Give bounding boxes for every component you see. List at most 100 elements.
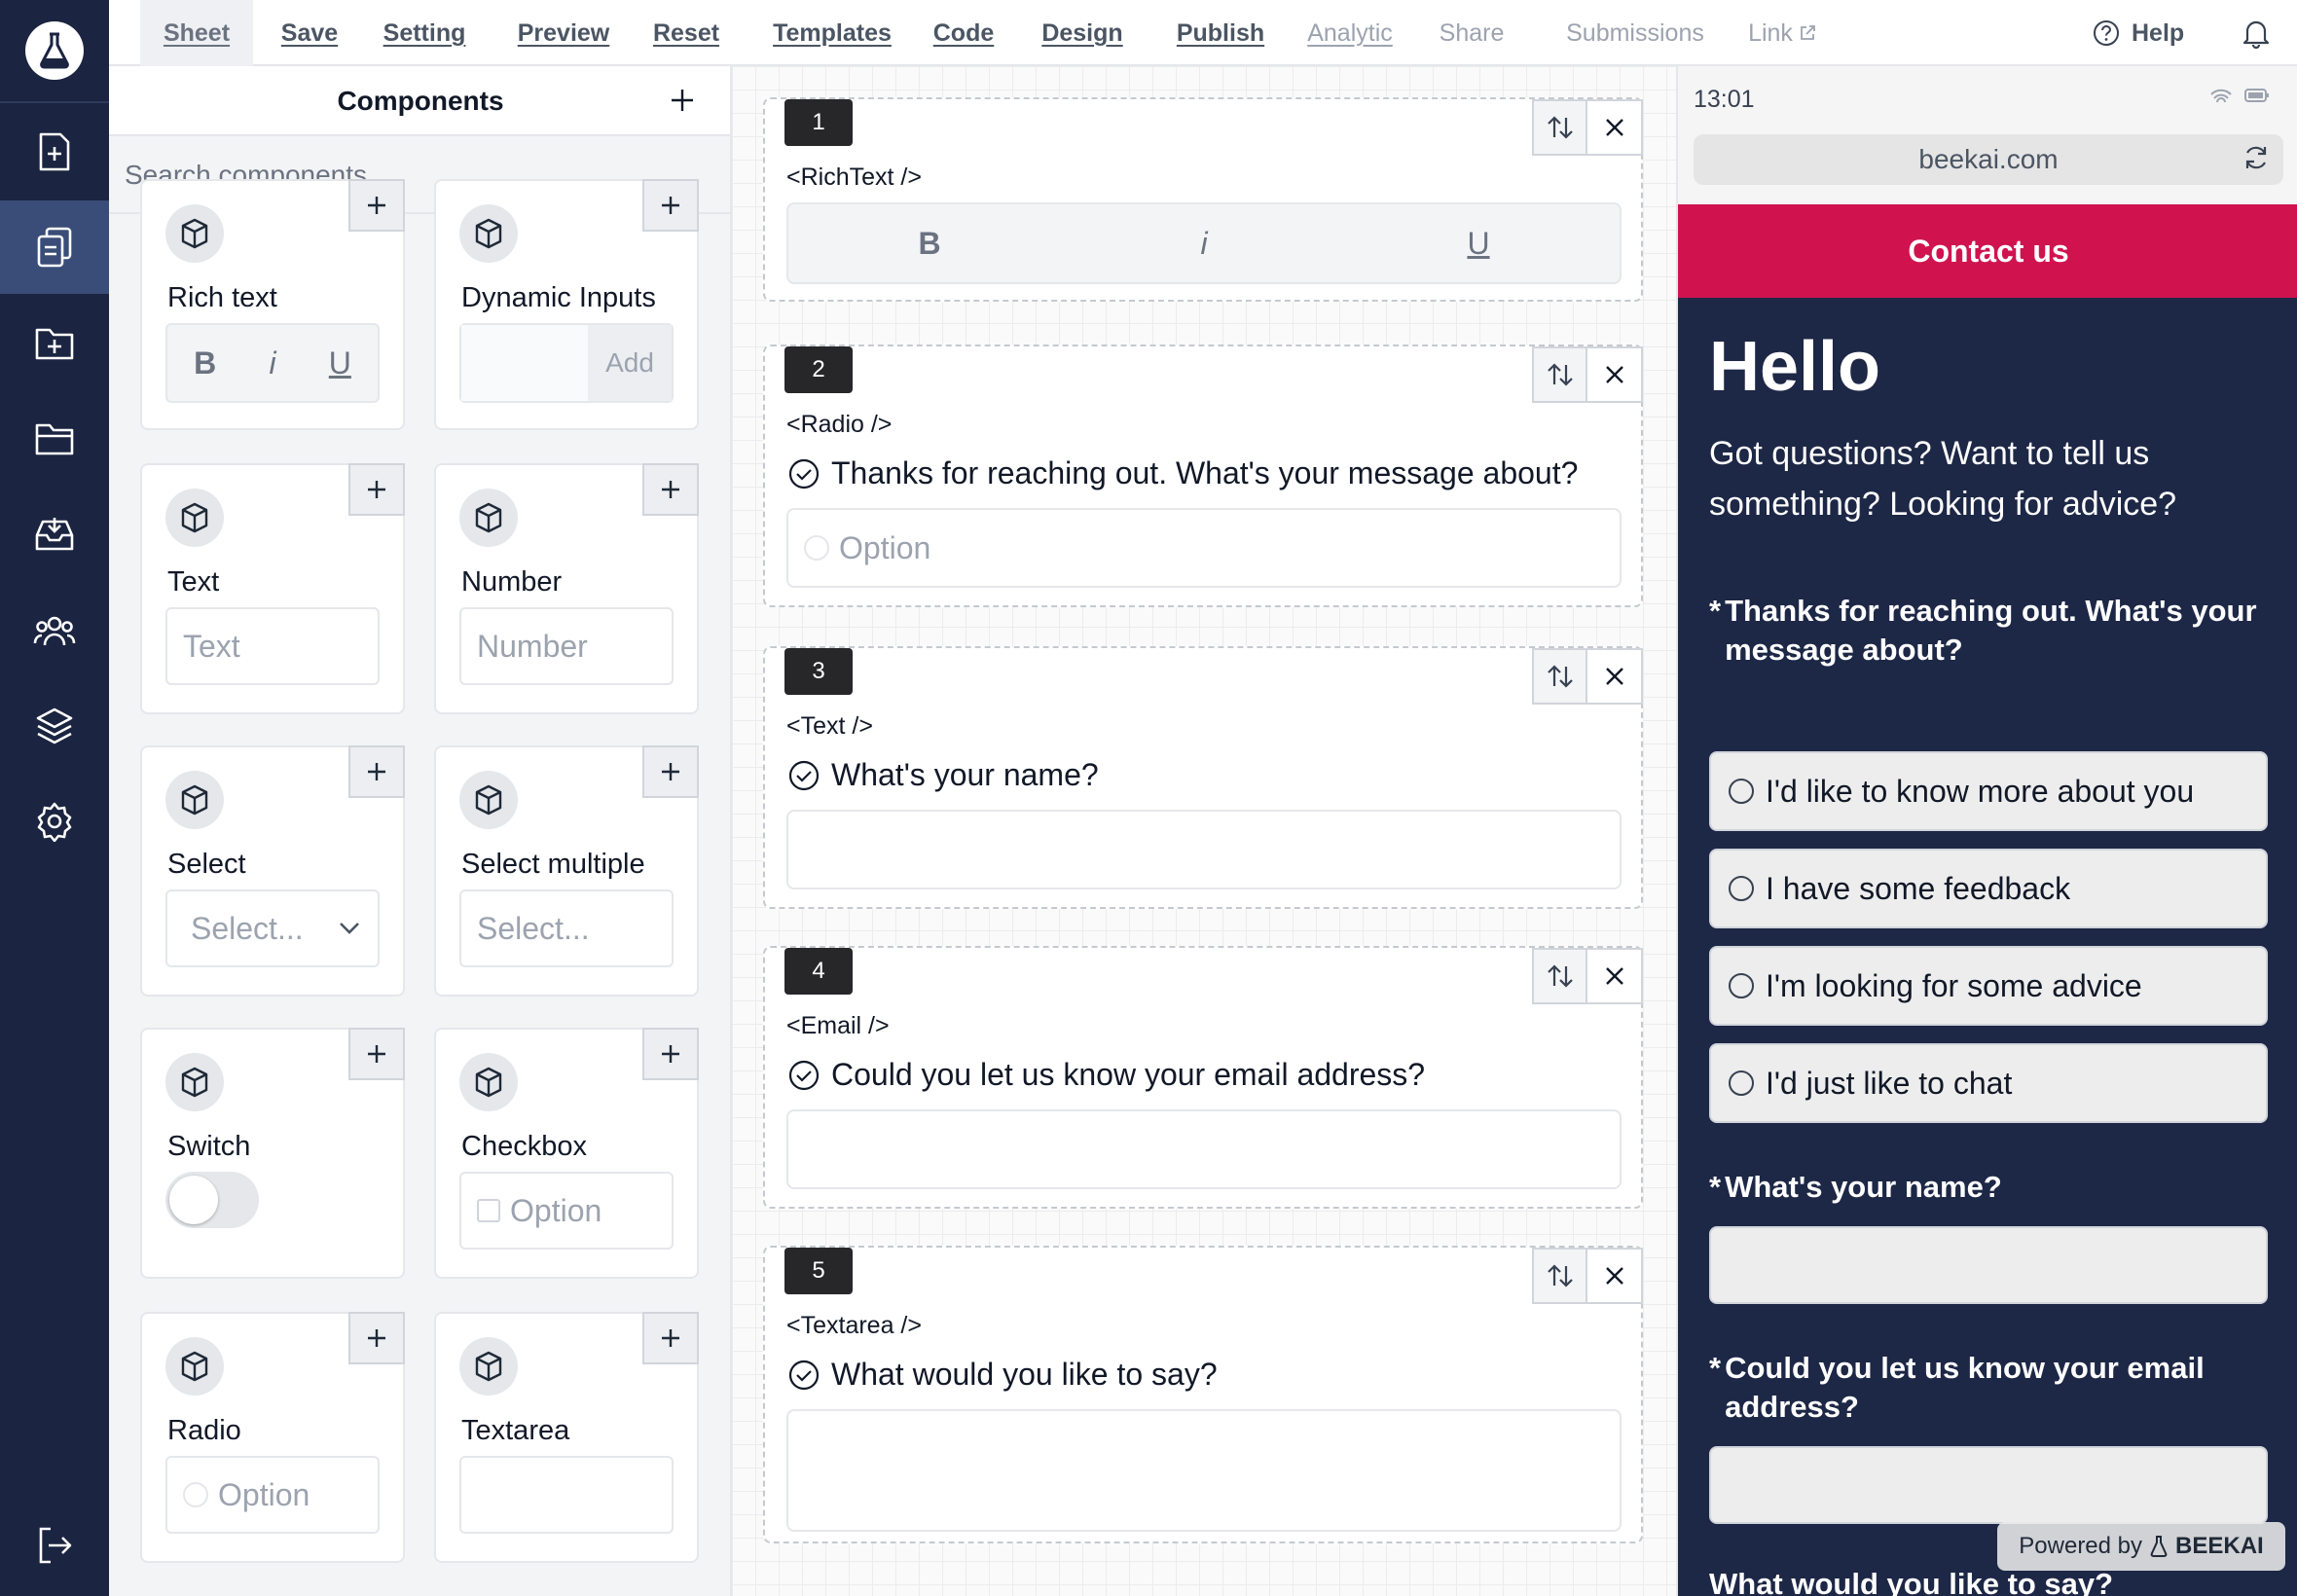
chevron-down-icon: [340, 923, 359, 934]
cube-icon: [165, 1337, 224, 1396]
reorder-icon[interactable]: [1532, 948, 1587, 1004]
add-component-button[interactable]: [348, 1028, 405, 1080]
component-card[interactable]: Select Select...: [140, 745, 405, 997]
form-block[interactable]: 3 <Text /> What's your name?: [763, 646, 1643, 909]
delete-block-icon[interactable]: [1587, 99, 1643, 156]
reload-icon[interactable]: [2242, 144, 2270, 171]
add-component-button[interactable]: [348, 745, 405, 798]
add-component-button[interactable]: [642, 1028, 699, 1080]
powered-by-badge[interactable]: Powered by BEEKAI: [1997, 1522, 2285, 1571]
add-folder-icon[interactable]: [0, 296, 109, 389]
add-component-icon[interactable]: [668, 86, 697, 115]
reorder-icon[interactable]: [1532, 1248, 1587, 1304]
settings-icon[interactable]: [0, 775, 109, 868]
radio-option-field[interactable]: Option: [786, 508, 1622, 588]
forms-icon[interactable]: [0, 200, 109, 294]
nav-sheet[interactable]: Sheet: [140, 0, 253, 66]
nav-reset[interactable]: Reset: [642, 0, 730, 66]
italic-icon[interactable]: i: [1200, 226, 1207, 262]
email-input[interactable]: [1709, 1446, 2268, 1524]
delete-block-icon[interactable]: [1587, 648, 1643, 705]
nav-save[interactable]: Save: [271, 0, 348, 66]
rich-text-toolbar[interactable]: B i U: [786, 202, 1622, 284]
components-title: Components: [337, 86, 504, 116]
app-sidebar: [0, 0, 109, 1596]
text-input-field[interactable]: [786, 1109, 1622, 1189]
delete-block-icon[interactable]: [1587, 1248, 1643, 1304]
new-form-icon[interactable]: [0, 105, 109, 199]
textarea-preview: [459, 1456, 674, 1534]
radio-option[interactable]: I have some feedback: [1709, 849, 2268, 928]
radio-circle-icon: [1729, 1070, 1754, 1096]
add-component-button[interactable]: [348, 179, 405, 232]
add-component-button[interactable]: [642, 745, 699, 798]
underline-icon[interactable]: U: [1467, 226, 1489, 262]
component-name: Textarea: [461, 1415, 570, 1446]
add-component-button[interactable]: [348, 463, 405, 516]
component-card[interactable]: Textarea: [434, 1312, 699, 1563]
component-card[interactable]: Select multiple Select...: [434, 745, 699, 997]
flask-icon: [40, 32, 69, 69]
component-card[interactable]: Switch: [140, 1028, 405, 1279]
nav-design[interactable]: Design: [1024, 0, 1141, 66]
nav-templates[interactable]: Templates: [746, 0, 919, 66]
bell-icon[interactable]: [2242, 18, 2270, 49]
component-card[interactable]: Text Text: [140, 463, 405, 714]
block-number: 1: [784, 99, 853, 146]
beekai-logo[interactable]: [25, 21, 84, 80]
component-card[interactable]: Rich text B i U: [140, 179, 405, 430]
help-button[interactable]: Help: [2093, 0, 2184, 66]
component-name: Checkbox: [461, 1131, 587, 1162]
radio-option[interactable]: I'd like to know more about you: [1709, 751, 2268, 831]
cube-icon: [459, 1053, 518, 1111]
block-type-tag: <Email />: [786, 1012, 890, 1039]
help-icon: [2094, 20, 2119, 46]
folder-icon[interactable]: [0, 391, 109, 485]
add-component-button[interactable]: [642, 463, 699, 516]
component-card[interactable]: Radio Option: [140, 1312, 405, 1563]
component-card[interactable]: Dynamic Inputs Add: [434, 179, 699, 430]
textarea-field[interactable]: [786, 1409, 1622, 1532]
radio-option[interactable]: I'd just like to chat: [1709, 1043, 2268, 1123]
component-name: Dynamic Inputs: [461, 282, 656, 313]
component-card[interactable]: Checkbox Option: [434, 1028, 699, 1279]
cube-icon: [459, 771, 518, 829]
users-icon[interactable]: [0, 584, 109, 677]
reorder-icon[interactable]: [1532, 648, 1587, 705]
nav-publish[interactable]: Publish: [1152, 0, 1289, 66]
nav-setting[interactable]: Setting: [364, 0, 485, 66]
radio-option[interactable]: I'm looking for some advice: [1709, 946, 2268, 1026]
inbox-icon[interactable]: [0, 487, 109, 580]
form-canvas: 1 <RichText /> B i U 2 <Radio /> Thanks fo…: [732, 66, 1676, 1596]
nav-link[interactable]: Link: [1725, 0, 1840, 66]
nav-submissions[interactable]: Submissions: [1538, 0, 1732, 66]
form-block[interactable]: 2 <Radio /> Thanks for reaching out. What…: [763, 345, 1643, 607]
block-number: 3: [784, 648, 853, 695]
layers-icon[interactable]: [0, 679, 109, 773]
form-block[interactable]: 1 <RichText /> B i U: [763, 97, 1643, 302]
nav-code[interactable]: Code: [917, 0, 1010, 66]
add-component-button[interactable]: [348, 1312, 405, 1364]
delete-block-icon[interactable]: [1587, 948, 1643, 1004]
nav-preview[interactable]: Preview: [500, 0, 627, 66]
preview-url-bar[interactable]: beekai.com: [1694, 134, 2283, 185]
form-block[interactable]: 4 <Email /> Could you let us know your em…: [763, 946, 1643, 1209]
form-block[interactable]: 5 <Textarea /> What would you like to say…: [763, 1246, 1643, 1543]
bold-icon[interactable]: B: [918, 226, 940, 262]
delete-block-icon[interactable]: [1587, 346, 1643, 403]
reorder-icon[interactable]: [1532, 346, 1587, 403]
name-input[interactable]: [1709, 1226, 2268, 1304]
text-input-field[interactable]: [786, 810, 1622, 889]
component-name: Number: [461, 566, 563, 598]
contact-us-banner[interactable]: Contact us: [1678, 204, 2297, 298]
select-preview: Select...: [165, 889, 380, 967]
logout-icon[interactable]: [0, 1499, 109, 1592]
preview-form-body: Hello Got questions? Want to tell us som…: [1678, 298, 2297, 1596]
add-component-button[interactable]: [642, 179, 699, 232]
reorder-icon[interactable]: [1532, 99, 1587, 156]
nav-share[interactable]: Share: [1419, 0, 1524, 66]
component-card[interactable]: Number Number: [434, 463, 699, 714]
add-component-button[interactable]: [642, 1312, 699, 1364]
nav-analytic[interactable]: Analytic: [1277, 0, 1423, 66]
block-type-tag: <Textarea />: [786, 1312, 922, 1339]
